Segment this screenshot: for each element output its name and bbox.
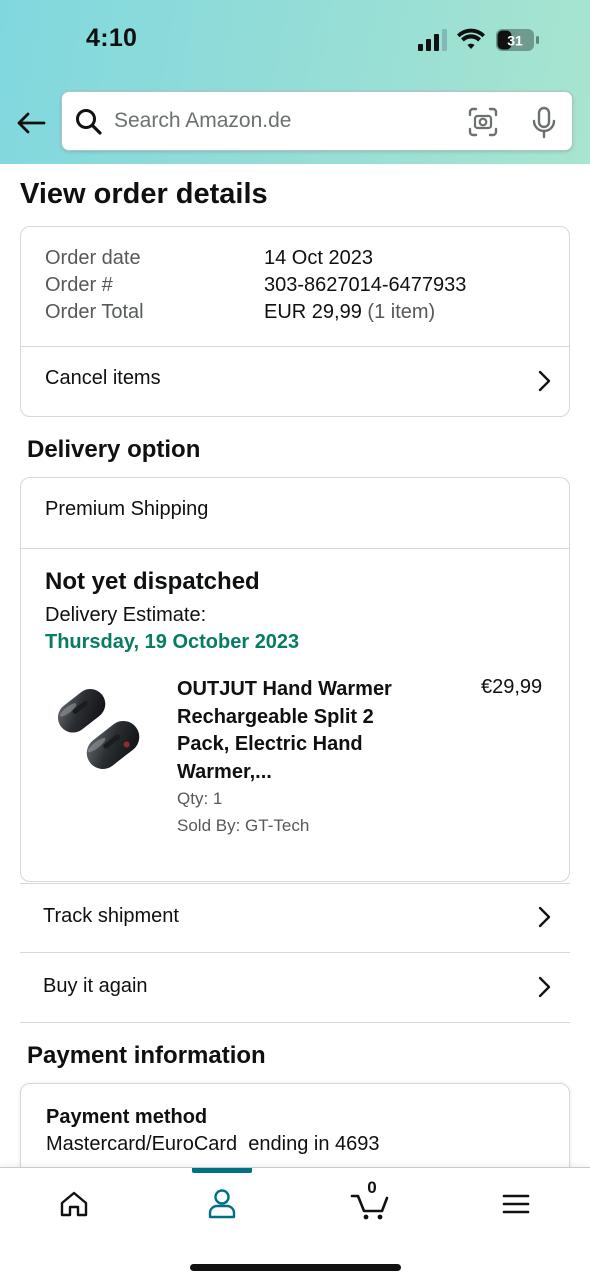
search-icon [76, 109, 102, 135]
shipping-type: Premium Shipping [45, 498, 209, 520]
nav-active-indicator [192, 1168, 252, 1173]
svg-text:31: 31 [507, 33, 523, 49]
payment-method-detail: Mastercard/EuroCard ending in 4693 [46, 1133, 380, 1155]
buy-again-label: Buy it again [43, 975, 148, 997]
product-price: €29,99 [481, 676, 543, 698]
arrow-left-icon [17, 112, 46, 134]
cancel-items-label: Cancel items [45, 367, 161, 389]
payment-method-title: Payment method [46, 1106, 208, 1128]
hamburger-menu-icon [502, 1194, 530, 1214]
track-shipment-label: Track shipment [43, 905, 179, 927]
home-indicator[interactable] [190, 1264, 401, 1271]
nav-account[interactable] [202, 1184, 242, 1224]
camera-scan-icon[interactable] [466, 105, 500, 139]
order-number-value: 303-8627014-6477933 [264, 274, 467, 296]
signal-icon [418, 29, 447, 51]
search-bar[interactable]: Search Amazon.de [61, 91, 573, 151]
order-total-label: Order Total [45, 301, 144, 323]
chevron-right-icon [538, 976, 551, 998]
delivery-section-title: Delivery option [27, 436, 201, 463]
home-icon [60, 1191, 88, 1217]
user-icon [208, 1189, 236, 1219]
track-shipment-row[interactable]: Track shipment [20, 883, 570, 953]
order-total-amount: EUR 29,99 [264, 301, 362, 323]
chevron-right-icon [538, 906, 551, 928]
delivery-card: Premium Shipping Not yet dispatched Deli… [20, 477, 570, 882]
search-input[interactable]: Search Amazon.de [114, 109, 291, 133]
divider [20, 883, 570, 884]
nav-menu[interactable] [496, 1184, 536, 1224]
product-seller: Sold By: GT-Tech [177, 816, 310, 835]
buy-again-row[interactable]: Buy it again [20, 953, 570, 1023]
delivery-estimate-label: Delivery Estimate: [45, 604, 207, 626]
product-title-link[interactable]: OUTJUT Hand Warmer Rechargeable Split 2 … [177, 676, 427, 786]
cart-count-badge: 0 [367, 1178, 377, 1197]
order-number-label: Order # [45, 274, 113, 296]
divider [21, 548, 569, 549]
chevron-right-icon [538, 370, 551, 392]
bottom-nav: 0 [0, 1167, 590, 1280]
back-button[interactable] [12, 104, 50, 142]
order-date-value: 14 Oct 2023 [264, 247, 373, 269]
cancel-items-row[interactable]: Cancel items [21, 347, 569, 417]
battery-icon: 31 [496, 29, 539, 51]
status-time: 4:10 [86, 24, 138, 52]
page-title: View order details [20, 178, 268, 210]
wifi-icon [457, 28, 485, 49]
order-total-value: EUR 29,99 (1 item) [264, 299, 435, 326]
order-date-label: Order date [45, 247, 141, 269]
nav-home[interactable] [54, 1184, 94, 1224]
payment-section-title: Payment information [27, 1042, 266, 1069]
nav-cart[interactable]: 0 [348, 1178, 392, 1224]
product-image[interactable] [45, 674, 151, 782]
status-icons: 31 [418, 26, 542, 56]
order-item-count: (1 item) [367, 301, 436, 323]
order-summary-card: Order date 14 Oct 2023 Order # 303-86270… [20, 226, 570, 417]
product-quantity: Qty: 1 [177, 789, 223, 808]
microphone-icon[interactable] [530, 106, 558, 140]
delivery-estimate-date: Thursday, 19 October 2023 [45, 631, 300, 653]
dispatch-status: Not yet dispatched [45, 568, 260, 595]
header: 4:10 31 Search Amazon.de [0, 0, 590, 164]
